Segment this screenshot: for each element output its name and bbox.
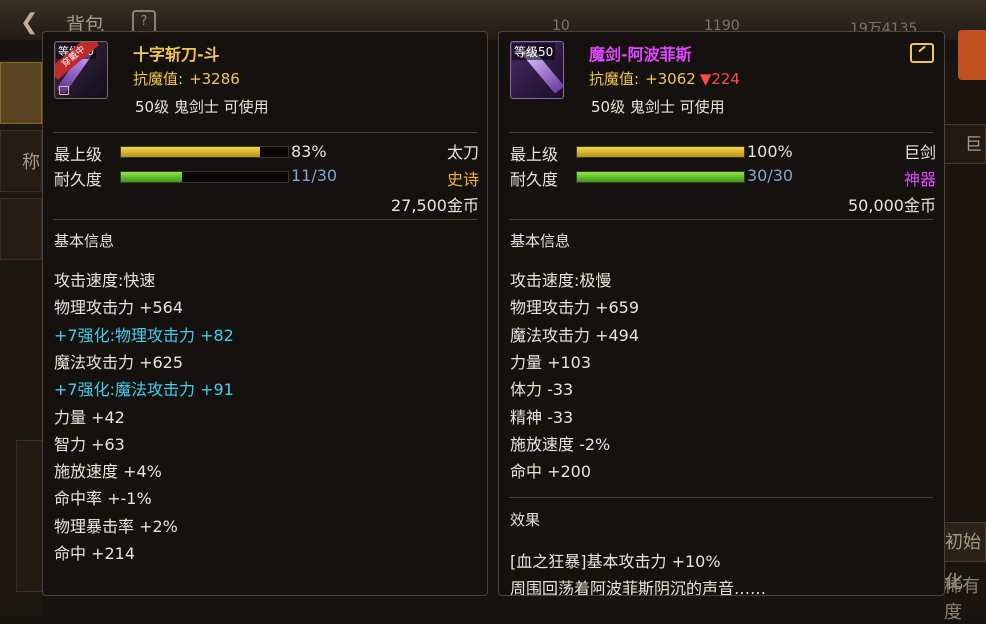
effect-line: 周围回荡着阿波菲斯阴沉的声音…… — [510, 579, 767, 596]
stat-line: 智力 +63 — [54, 434, 125, 454]
durability-value: 11/30 — [291, 166, 338, 185]
item-icon: 等级50 — [510, 41, 564, 99]
grade-bar-fill — [121, 147, 260, 157]
anti-magic-row: 抗魔值: +3286 — [133, 68, 240, 89]
durability-label: 耐久度 — [54, 170, 103, 189]
divider — [509, 497, 933, 498]
stat-line: 魔法攻击力 +625 — [54, 352, 184, 372]
item-icon: 等级50 穿戴中 — [54, 41, 108, 99]
requirement-text: 50级 鬼剑士 可使用 — [591, 98, 725, 116]
durability-bar-fill — [577, 172, 744, 182]
anti-magic-value: +3286 — [189, 70, 240, 88]
stat-line: 物理暴击率 +2% — [54, 516, 178, 536]
stat-line: 力量 +42 — [54, 407, 125, 427]
rarity-text: 神器 — [903, 170, 936, 189]
item-name: 魔剑-阿波菲斯 — [589, 45, 692, 64]
anti-magic-value: +3062 — [645, 70, 696, 88]
stat-line: 攻击速度:极慢 — [510, 271, 612, 290]
grade-bar-fill — [577, 147, 744, 157]
divider — [53, 219, 477, 220]
durability-bar-fill — [121, 172, 183, 182]
durability-bar — [120, 171, 289, 183]
stat-line: 命中率 +-1% — [54, 489, 152, 509]
section-title-basic-info: 基本信息 — [54, 232, 115, 250]
stat-line: 力量 +103 — [510, 352, 592, 372]
stat-line: 体力 -33 — [510, 380, 574, 400]
stat-line: 物理攻击力 +564 — [54, 298, 184, 318]
anti-magic-diff: ▼224 — [699, 70, 740, 88]
stat-line: 精神 -33 — [510, 407, 574, 427]
anti-magic-row: 抗魔值: +3062 ▼224 — [589, 68, 740, 89]
rarity-text: 史诗 — [446, 170, 479, 189]
stat-line: 物理攻击力 +659 — [510, 298, 640, 318]
stat-line: 魔法攻击力 +494 — [510, 325, 640, 345]
stat-line: +7强化:魔法攻击力 +91 — [54, 380, 234, 400]
sidebar-item-1[interactable] — [0, 62, 42, 124]
stat-line: 攻击速度:快速 — [54, 271, 156, 290]
grade-bar — [576, 146, 745, 158]
right-tab[interactable]: 巨 — [940, 124, 986, 164]
compare-item-tooltip: 等级50 魔剑-阿波菲斯 抗魔值: +3062 ▼224 50级 鬼剑士 可使用 最… — [498, 31, 945, 596]
sidebar-tab-label: 称 — [22, 152, 40, 173]
stat-line: +7强化:物理攻击力 +82 — [54, 325, 234, 345]
item-name: 十字斩刀-斗 — [133, 45, 220, 64]
weapon-type: 巨剑 — [903, 143, 936, 162]
stat-line: 命中 +200 — [510, 462, 592, 482]
level-tag: 等级50 — [512, 43, 556, 60]
action-button-orange[interactable] — [958, 30, 986, 80]
divider — [53, 132, 477, 133]
stat-line: 命中 +214 — [54, 544, 136, 563]
section-title-effect: 效果 — [510, 511, 541, 529]
divider — [509, 132, 933, 133]
back-arrow-icon[interactable]: ❮ — [20, 10, 38, 35]
effect-line: [血之狂暴]基本攻击力 +10% — [510, 552, 721, 571]
grade-percent: 83% — [291, 142, 327, 161]
grade-label: 最上级 — [54, 145, 103, 164]
sell-price: 27,500金币 — [391, 196, 479, 215]
grade-percent: 100% — [747, 142, 793, 161]
stat-line: 施放速度 -2% — [510, 434, 611, 454]
requirement-text: 50级 鬼剑士 可使用 — [135, 98, 269, 116]
share-icon[interactable] — [910, 43, 934, 63]
weapon-type: 太刀 — [446, 143, 479, 162]
grade-bar — [120, 146, 289, 158]
anti-magic-label: 抗魔值: — [133, 70, 184, 88]
anti-magic-label: 抗魔值: — [589, 70, 640, 88]
equipped-item-tooltip: 等级50 穿戴中 十字斩刀-斗 抗魔值: +3286 50级 鬼剑士 可使用 最上… — [42, 31, 488, 596]
durability-label: 耐久度 — [510, 170, 559, 189]
grade-label: 最上级 — [510, 145, 559, 164]
durability-bar — [576, 171, 745, 183]
sell-price: 50,000金币 — [848, 196, 936, 215]
sidebar-item-3[interactable] — [0, 198, 42, 260]
divider — [509, 219, 933, 220]
rarity-label: 稀有度 — [944, 576, 980, 623]
durability-value: 30/30 — [747, 166, 794, 185]
section-title-basic-info: 基本信息 — [510, 232, 571, 250]
lock-icon — [59, 86, 69, 95]
stat-line: 施放速度 +4% — [54, 462, 162, 482]
